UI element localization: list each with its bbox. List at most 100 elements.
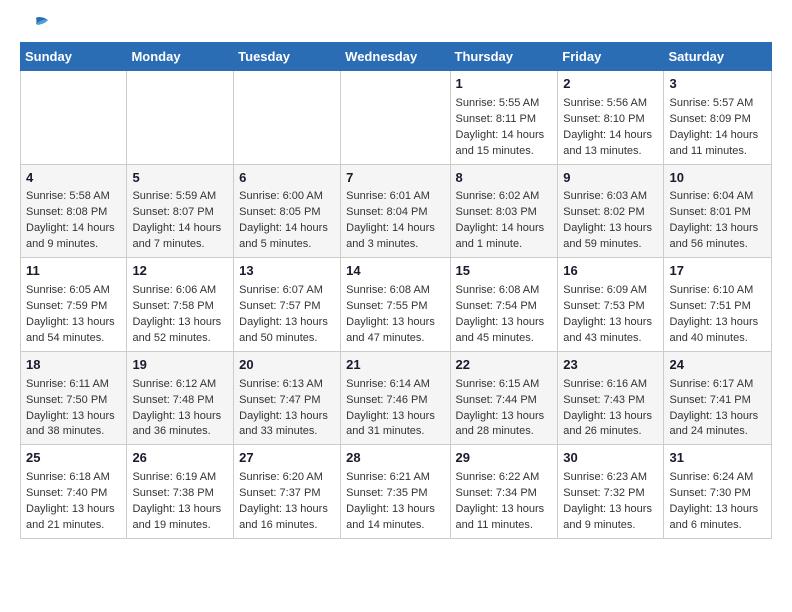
- cell-text-line: Sunrise: 6:16 AM: [563, 377, 658, 393]
- cell-content: 14Sunrise: 6:08 AMSunset: 7:55 PMDayligh…: [346, 262, 444, 347]
- cell-text-line: Sunrise: 6:23 AM: [563, 470, 658, 486]
- col-saturday: Saturday: [664, 43, 772, 71]
- cell-date: 15: [456, 262, 553, 281]
- cell-text-line: and 9 minutes.: [26, 237, 121, 253]
- cell-content: 23Sunrise: 6:16 AMSunset: 7:43 PMDayligh…: [563, 356, 658, 441]
- col-friday: Friday: [558, 43, 664, 71]
- calendar-cell: 13Sunrise: 6:07 AMSunset: 7:57 PMDayligh…: [234, 258, 341, 352]
- cell-content: 24Sunrise: 6:17 AMSunset: 7:41 PMDayligh…: [669, 356, 766, 441]
- cell-date: 16: [563, 262, 658, 281]
- cell-text-line: and 11 minutes.: [669, 144, 766, 160]
- calendar-cell: 14Sunrise: 6:08 AMSunset: 7:55 PMDayligh…: [341, 258, 450, 352]
- calendar-cell: 21Sunrise: 6:14 AMSunset: 7:46 PMDayligh…: [341, 351, 450, 445]
- cell-date: 4: [26, 169, 121, 188]
- calendar-cell: 5Sunrise: 5:59 AMSunset: 8:07 PMDaylight…: [127, 164, 234, 258]
- calendar-week-row: 1Sunrise: 5:55 AMSunset: 8:11 PMDaylight…: [21, 71, 772, 165]
- cell-text-line: Daylight: 14 hours: [26, 221, 121, 237]
- cell-content: 12Sunrise: 6:06 AMSunset: 7:58 PMDayligh…: [132, 262, 228, 347]
- cell-content: 2Sunrise: 5:56 AMSunset: 8:10 PMDaylight…: [563, 75, 658, 160]
- cell-text-line: Daylight: 13 hours: [669, 315, 766, 331]
- cell-content: 5Sunrise: 5:59 AMSunset: 8:07 PMDaylight…: [132, 169, 228, 254]
- cell-text-line: and 59 minutes.: [563, 237, 658, 253]
- calendar-cell: 19Sunrise: 6:12 AMSunset: 7:48 PMDayligh…: [127, 351, 234, 445]
- cell-text-line: Sunset: 8:09 PM: [669, 112, 766, 128]
- calendar-cell: 22Sunrise: 6:15 AMSunset: 7:44 PMDayligh…: [450, 351, 558, 445]
- cell-text-line: Daylight: 13 hours: [239, 315, 335, 331]
- calendar-cell: 28Sunrise: 6:21 AMSunset: 7:35 PMDayligh…: [341, 445, 450, 539]
- cell-text-line: Daylight: 14 hours: [346, 221, 444, 237]
- cell-text-line: and 33 minutes.: [239, 424, 335, 440]
- cell-text-line: Sunrise: 6:18 AM: [26, 470, 121, 486]
- calendar-cell: 7Sunrise: 6:01 AMSunset: 8:04 PMDaylight…: [341, 164, 450, 258]
- calendar-week-row: 18Sunrise: 6:11 AMSunset: 7:50 PMDayligh…: [21, 351, 772, 445]
- calendar-cell: 12Sunrise: 6:06 AMSunset: 7:58 PMDayligh…: [127, 258, 234, 352]
- cell-content: 20Sunrise: 6:13 AMSunset: 7:47 PMDayligh…: [239, 356, 335, 441]
- cell-text-line: Daylight: 14 hours: [456, 128, 553, 144]
- cell-content: 22Sunrise: 6:15 AMSunset: 7:44 PMDayligh…: [456, 356, 553, 441]
- cell-date: 5: [132, 169, 228, 188]
- cell-text-line: and 28 minutes.: [456, 424, 553, 440]
- cell-text-line: Daylight: 13 hours: [346, 315, 444, 331]
- cell-text-line: Daylight: 14 hours: [669, 128, 766, 144]
- cell-text-line: and 11 minutes.: [456, 518, 553, 534]
- calendar-cell: 20Sunrise: 6:13 AMSunset: 7:47 PMDayligh…: [234, 351, 341, 445]
- cell-text-line: Sunrise: 6:15 AM: [456, 377, 553, 393]
- cell-text-line: Sunrise: 6:13 AM: [239, 377, 335, 393]
- cell-text-line: Sunrise: 6:05 AM: [26, 283, 121, 299]
- cell-text-line: and 9 minutes.: [563, 518, 658, 534]
- cell-text-line: Sunset: 7:41 PM: [669, 393, 766, 409]
- cell-text-line: Daylight: 13 hours: [563, 409, 658, 425]
- cell-text-line: Sunrise: 6:22 AM: [456, 470, 553, 486]
- cell-text-line: Sunset: 7:44 PM: [456, 393, 553, 409]
- cell-text-line: Daylight: 13 hours: [239, 502, 335, 518]
- cell-text-line: Sunset: 7:38 PM: [132, 486, 228, 502]
- logo: [20, 16, 50, 34]
- cell-content: 3Sunrise: 5:57 AMSunset: 8:09 PMDaylight…: [669, 75, 766, 160]
- cell-date: 30: [563, 449, 658, 468]
- calendar-cell: 15Sunrise: 6:08 AMSunset: 7:54 PMDayligh…: [450, 258, 558, 352]
- col-monday: Monday: [127, 43, 234, 71]
- cell-text-line: Sunrise: 6:21 AM: [346, 470, 444, 486]
- cell-text-line: Sunset: 8:01 PM: [669, 205, 766, 221]
- cell-text-line: Sunrise: 6:06 AM: [132, 283, 228, 299]
- cell-text-line: and 26 minutes.: [563, 424, 658, 440]
- cell-text-line: and 52 minutes.: [132, 331, 228, 347]
- cell-text-line: Sunset: 7:58 PM: [132, 299, 228, 315]
- cell-text-line: Sunset: 7:47 PM: [239, 393, 335, 409]
- calendar-cell: [341, 71, 450, 165]
- cell-text-line: Sunrise: 6:09 AM: [563, 283, 658, 299]
- cell-text-line: Daylight: 14 hours: [563, 128, 658, 144]
- cell-text-line: Daylight: 13 hours: [456, 315, 553, 331]
- cell-content: 13Sunrise: 6:07 AMSunset: 7:57 PMDayligh…: [239, 262, 335, 347]
- cell-content: 21Sunrise: 6:14 AMSunset: 7:46 PMDayligh…: [346, 356, 444, 441]
- cell-content: 31Sunrise: 6:24 AMSunset: 7:30 PMDayligh…: [669, 449, 766, 534]
- cell-text-line: Daylight: 13 hours: [26, 409, 121, 425]
- cell-text-line: Sunset: 7:59 PM: [26, 299, 121, 315]
- cell-text-line: Sunset: 7:40 PM: [26, 486, 121, 502]
- cell-date: 19: [132, 356, 228, 375]
- cell-date: 6: [239, 169, 335, 188]
- cell-date: 28: [346, 449, 444, 468]
- cell-date: 29: [456, 449, 553, 468]
- cell-text-line: Sunrise: 5:56 AM: [563, 96, 658, 112]
- cell-text-line: Sunrise: 5:58 AM: [26, 189, 121, 205]
- calendar-cell: [21, 71, 127, 165]
- cell-content: 29Sunrise: 6:22 AMSunset: 7:34 PMDayligh…: [456, 449, 553, 534]
- calendar-cell: 29Sunrise: 6:22 AMSunset: 7:34 PMDayligh…: [450, 445, 558, 539]
- col-tuesday: Tuesday: [234, 43, 341, 71]
- calendar-cell: 9Sunrise: 6:03 AMSunset: 8:02 PMDaylight…: [558, 164, 664, 258]
- cell-text-line: and 3 minutes.: [346, 237, 444, 253]
- cell-text-line: Daylight: 14 hours: [239, 221, 335, 237]
- cell-date: 8: [456, 169, 553, 188]
- cell-text-line: Sunset: 7:35 PM: [346, 486, 444, 502]
- calendar-week-row: 11Sunrise: 6:05 AMSunset: 7:59 PMDayligh…: [21, 258, 772, 352]
- cell-text-line: Daylight: 13 hours: [563, 502, 658, 518]
- calendar-cell: 4Sunrise: 5:58 AMSunset: 8:08 PMDaylight…: [21, 164, 127, 258]
- cell-content: 4Sunrise: 5:58 AMSunset: 8:08 PMDaylight…: [26, 169, 121, 254]
- cell-text-line: Sunrise: 6:11 AM: [26, 377, 121, 393]
- cell-content: 17Sunrise: 6:10 AMSunset: 7:51 PMDayligh…: [669, 262, 766, 347]
- calendar-cell: 1Sunrise: 5:55 AMSunset: 8:11 PMDaylight…: [450, 71, 558, 165]
- cell-date: 21: [346, 356, 444, 375]
- cell-text-line: Sunrise: 6:20 AM: [239, 470, 335, 486]
- cell-text-line: Sunset: 7:43 PM: [563, 393, 658, 409]
